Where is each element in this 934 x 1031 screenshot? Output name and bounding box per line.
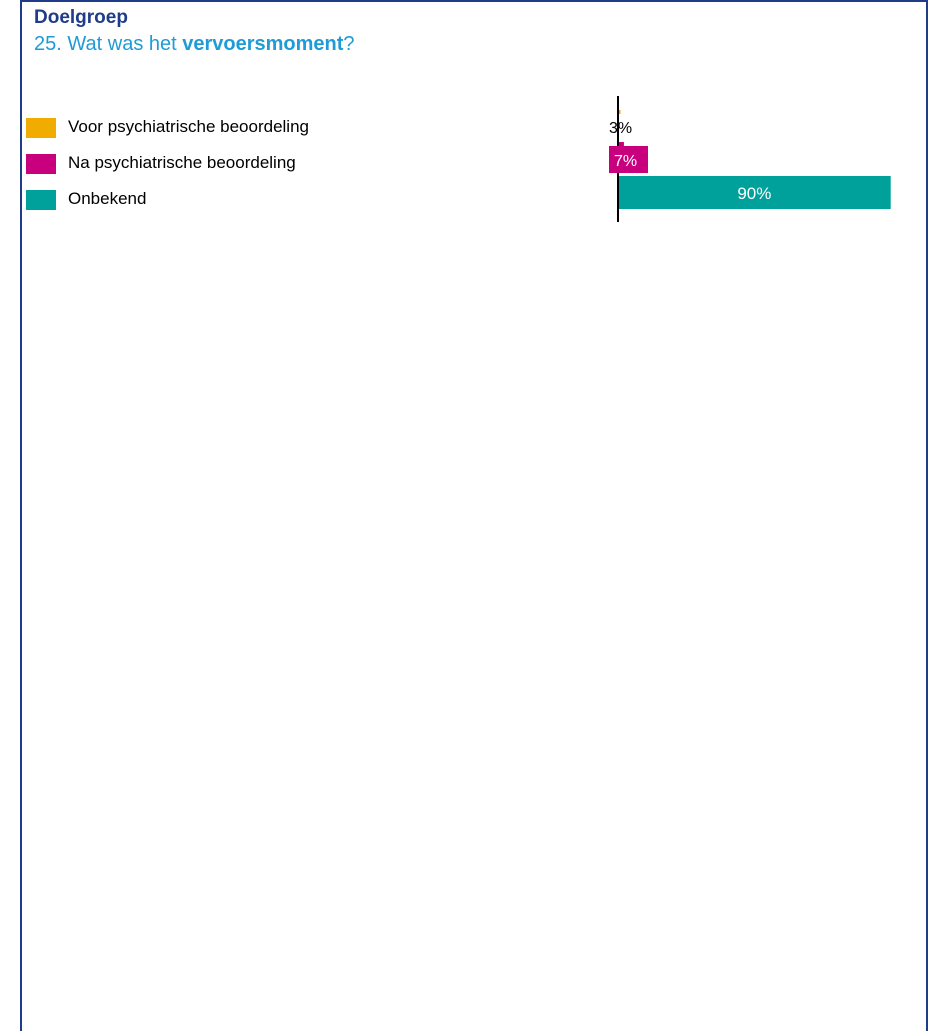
data-label-1: 7%	[614, 153, 637, 170]
data-label-2: 90%	[737, 184, 771, 203]
bar-chart: 3% 7% 90%	[609, 96, 891, 222]
data-label-0: 3%	[609, 120, 632, 137]
